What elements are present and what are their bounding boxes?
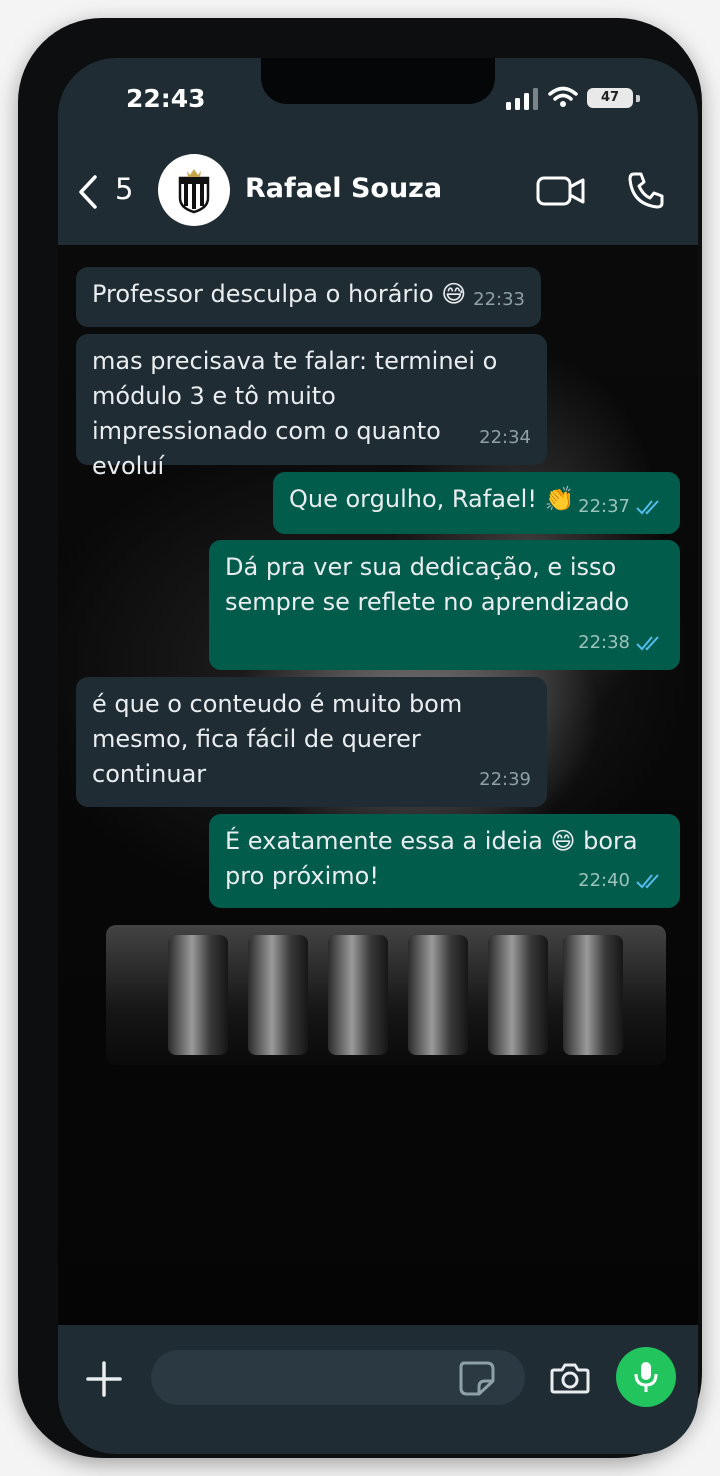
message-incoming[interactable]: Professor desculpa o horário 😅 22:33	[76, 267, 541, 327]
message-meta: 22:40	[578, 863, 664, 898]
double-check-icon	[636, 874, 659, 889]
message-incoming[interactable]: é que o conteudo é muito bom mesmo, fica…	[76, 677, 547, 807]
phone-frame: 22:43 47 5 Rafael Souza Professor descul…	[18, 18, 702, 1458]
message-time: 22:34	[479, 427, 531, 448]
wallpaper-saddle	[168, 935, 228, 1055]
chat-header: 22:43 47 5 Rafael Souza	[58, 58, 698, 245]
message-text: Dá pra ver sua dedicação, e isso sempre …	[225, 553, 630, 616]
message-incoming[interactable]: mas precisava te falar: terminei o módul…	[76, 334, 547, 480]
message-outgoing[interactable]: Que orgulho, Rafael! 👏 22:37	[273, 472, 680, 534]
avatar[interactable]	[158, 154, 230, 226]
message-outgoing[interactable]: Dá pra ver sua dedicação, e isso sempre …	[209, 540, 680, 670]
screen: 22:43 47 5 Rafael Souza Professor descul…	[58, 58, 698, 1454]
video-call-icon[interactable]	[536, 175, 586, 207]
status-time: 22:43	[126, 84, 206, 113]
message-text: é que o conteudo é muito bom mesmo, fica…	[92, 690, 463, 788]
wallpaper-saddle	[408, 935, 468, 1055]
wallpaper-saddle	[328, 935, 388, 1055]
camera-icon[interactable]	[550, 1362, 590, 1394]
back-chevron-icon[interactable]	[76, 174, 100, 210]
wallpaper-saddle	[248, 935, 308, 1055]
message-input[interactable]	[151, 1350, 525, 1405]
sticker-icon[interactable]	[457, 1359, 497, 1397]
message-meta: 22:37	[578, 489, 664, 524]
unread-count[interactable]: 5	[115, 172, 133, 206]
message-time: 22:38	[578, 632, 630, 653]
clapping-hands-emoji: 👏	[544, 485, 575, 513]
microphone-button[interactable]	[616, 1347, 676, 1407]
phone-call-icon[interactable]	[626, 170, 666, 210]
wifi-icon	[548, 86, 578, 107]
message-time: 22:40	[578, 870, 630, 891]
battery-indicator: 47	[587, 88, 633, 108]
message-meta: 22:38	[578, 625, 664, 660]
message-text: Professor desculpa o horário 😅	[92, 280, 467, 308]
composer-bar	[58, 1325, 698, 1454]
contact-name[interactable]: Rafael Souza	[245, 173, 442, 204]
plus-icon[interactable]	[86, 1361, 122, 1397]
double-check-icon	[636, 636, 659, 651]
message-time: 22:37	[578, 496, 630, 517]
message-time: 22:33	[473, 289, 525, 310]
message-time: 22:39	[479, 769, 531, 790]
team-crest-icon	[178, 169, 210, 214]
wallpaper-saddle	[488, 935, 548, 1055]
message-text: Que orgulho, Rafael! 👏	[289, 485, 575, 513]
message-text: mas precisava te falar: terminei o módul…	[92, 347, 498, 480]
double-check-icon	[636, 500, 659, 515]
notch	[261, 58, 495, 104]
sweat-smile-emoji: 😅	[441, 280, 467, 308]
battery-cap	[636, 95, 640, 102]
signal-icon	[506, 88, 538, 110]
microphone-icon	[634, 1362, 658, 1392]
wallpaper-saddle	[563, 935, 623, 1055]
message-outgoing[interactable]: É exatamente essa a ideia 😄 bora pro pró…	[209, 814, 680, 908]
